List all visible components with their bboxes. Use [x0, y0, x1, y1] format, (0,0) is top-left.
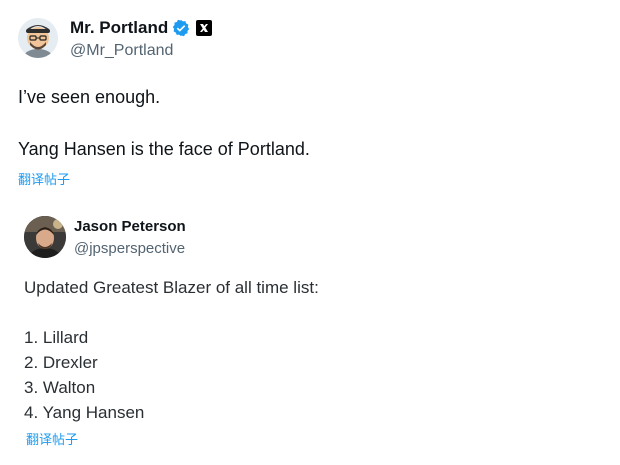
quoted-tweet[interactable]: Jason Peterson @jpsperspective Updated G… [6, 198, 606, 463]
tweet-line: Yang Hansen is the face of Portland. [18, 139, 310, 159]
verified-check-icon [173, 19, 190, 37]
quoted-author-handle[interactable]: @jpsperspective [74, 238, 186, 260]
cartoon-avatar-icon [18, 18, 58, 58]
author-names: Mr. Portland @Mr_Portland [70, 16, 213, 62]
ranking-list: 1. Lillard 2. Drexler 3. Walton 4. Yang … [24, 325, 319, 425]
list-item: 1. Lillard [24, 328, 89, 347]
affiliate-badge-icon[interactable] [196, 20, 213, 36]
translate-post-link[interactable]: 翻译帖子 [26, 429, 78, 448]
tweet-line: I’ve seen enough. [18, 87, 161, 107]
quoted-header: Jason Peterson @jpsperspective [24, 216, 186, 260]
list-item: 4. Yang Hansen [24, 403, 145, 422]
name-row: Mr. Portland [70, 16, 213, 40]
author-handle[interactable]: @Mr_Portland [70, 40, 212, 62]
quoted-tweet-text: Updated Greatest Blazer of all time list… [24, 275, 319, 425]
tweet-header: Mr. Portland @Mr_Portland [18, 16, 213, 66]
affiliate-logo-icon [200, 24, 209, 32]
tweet-text: I’ve seen enough. Yang Hansen is the fac… [18, 84, 310, 162]
quoted-author-display-name[interactable]: Jason Peterson [74, 216, 186, 238]
list-item: 3. Walton [24, 378, 96, 397]
author-display-name[interactable]: Mr. Portland [70, 16, 168, 40]
profile-photo-icon [24, 216, 66, 258]
list-item: 2. Drexler [24, 353, 98, 372]
avatar[interactable] [18, 18, 58, 58]
translate-post-link[interactable]: 翻译帖子 [18, 169, 70, 188]
quoted-intro: Updated Greatest Blazer of all time list… [24, 278, 319, 297]
avatar[interactable] [24, 216, 66, 258]
quoted-author-names: Jason Peterson @jpsperspective [74, 216, 186, 260]
